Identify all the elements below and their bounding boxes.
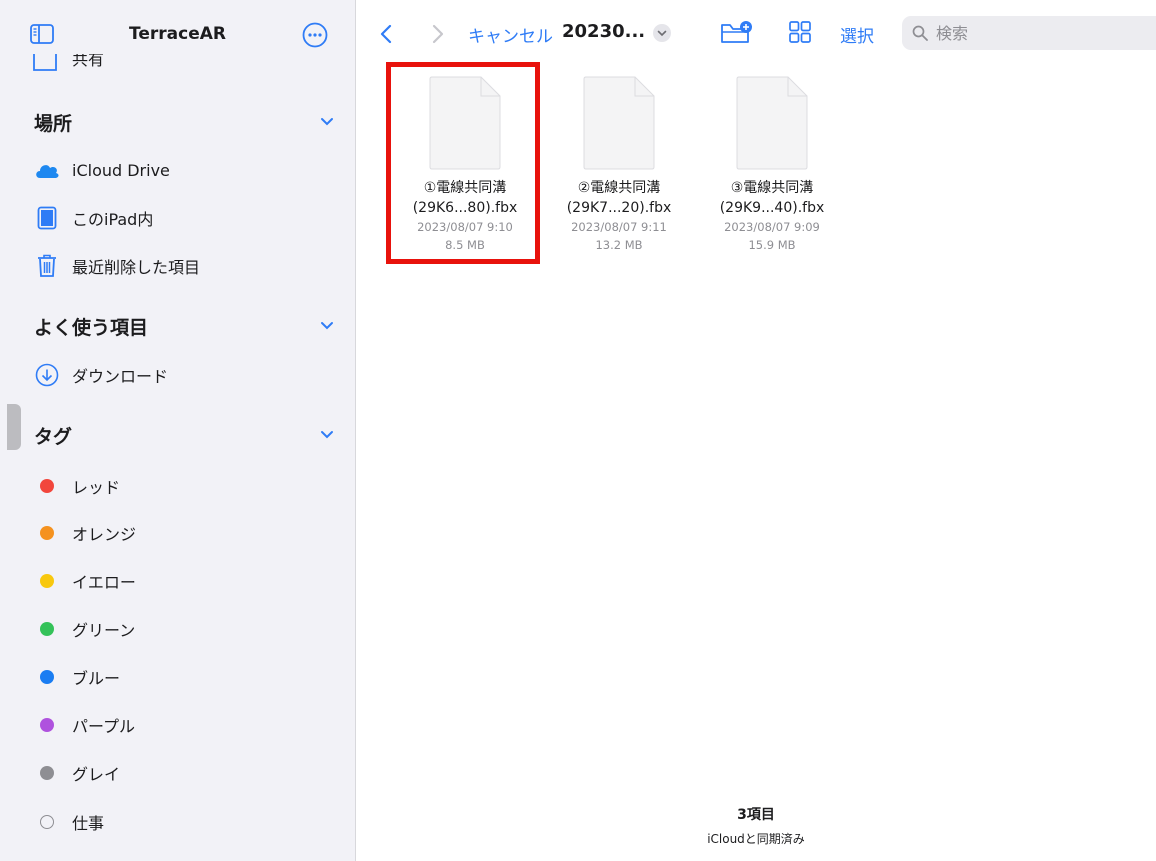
new-folder-icon[interactable]: [720, 20, 754, 44]
file-name-line1: ②電線共同溝: [577, 180, 661, 196]
forward-chevron-icon[interactable]: [432, 24, 444, 44]
section-tags-header[interactable]: タグ: [34, 421, 334, 449]
tag-red-dot-icon: [40, 479, 54, 493]
tag-blue-dot-icon: [40, 670, 54, 684]
section-title: 場所: [34, 112, 73, 135]
download-icon: [34, 362, 60, 388]
sidebar-item-tag-green[interactable]: グリーン: [34, 615, 334, 643]
folder-menu-button[interactable]: [653, 24, 671, 42]
document-icon: [736, 76, 808, 170]
tag-gray-dot-icon: [40, 766, 54, 780]
sidebar-item-this-ipad[interactable]: このiPad内: [34, 204, 334, 232]
sidebar-item-shared[interactable]: 共有: [32, 54, 104, 74]
toolbar: キャンセル 20230... 選択: [356, 0, 1156, 60]
sync-status: iCloudと同期済み: [707, 832, 805, 846]
file-date: 2023/08/07 9:09: [724, 220, 820, 234]
sidebar-item-label: レッド: [72, 478, 121, 497]
sidebar-item-label: このiPad内: [72, 210, 154, 229]
section-favorites-header[interactable]: よく使う項目: [34, 312, 334, 340]
shared-folder-icon: [33, 54, 57, 71]
sidebar-item-label: 仕事: [72, 814, 105, 833]
chevron-down-icon: [321, 431, 333, 439]
sidebar-item-tag-work[interactable]: 仕事: [34, 808, 334, 836]
sidebar-item-icloud-drive[interactable]: iCloud Drive: [34, 156, 334, 184]
more-options-icon[interactable]: [302, 22, 328, 48]
document-icon: [583, 76, 655, 170]
file-item[interactable]: ②電線共同溝 (29K7...20).fbx 2023/08/07 9:11 1…: [544, 76, 694, 254]
folder-title[interactable]: 20230...: [562, 21, 645, 42]
sidebar-item-label: iCloud Drive: [72, 160, 170, 180]
sidebar-item-label: 最近削除した項目: [72, 258, 201, 277]
section-locations-header[interactable]: 場所: [34, 108, 334, 136]
sidebar-item-label: ブルー: [72, 669, 121, 688]
breadcrumb[interactable]: キャンセル: [468, 22, 553, 47]
item-count: 3項目: [737, 807, 775, 823]
sidebar-item-tag-gray[interactable]: グレイ: [34, 759, 334, 787]
trash-icon: [34, 253, 60, 279]
sidebar-item-tag-yellow[interactable]: イエロー: [34, 567, 334, 595]
search-input[interactable]: [934, 22, 1138, 44]
sidebar-item-label: グレイ: [72, 765, 121, 784]
sidebar-resize-handle[interactable]: [7, 404, 21, 450]
back-chevron-icon[interactable]: [380, 24, 392, 44]
icloud-icon: [34, 157, 60, 183]
file-name-line1: ③電線共同溝: [730, 180, 814, 196]
section-title: よく使う項目: [34, 316, 149, 339]
sidebar-item-tag-purple[interactable]: パープル: [34, 711, 334, 739]
tag-green-dot-icon: [40, 622, 54, 636]
tag-work-empty-circle-icon: [40, 815, 54, 829]
file-item[interactable]: ③電線共同溝 (29K9...40).fbx 2023/08/07 9:09 1…: [697, 76, 847, 254]
sidebar-item-label: パープル: [72, 717, 136, 736]
search-icon: [912, 25, 928, 41]
sidebar-item-label: オレンジ: [72, 525, 137, 544]
grid-view-icon[interactable]: [789, 21, 811, 43]
tag-purple-dot-icon: [40, 718, 54, 732]
sidebar-item-label: 共有: [72, 54, 105, 69]
sidebar-item-downloads[interactable]: ダウンロード: [34, 361, 334, 389]
sidebar-item-tag-red[interactable]: レッド: [34, 472, 334, 500]
sidebar-item-tag-blue[interactable]: ブルー: [34, 663, 334, 691]
chevron-down-icon: [321, 322, 333, 330]
tag-yellow-dot-icon: [40, 574, 54, 588]
file-date: 2023/08/07 9:11: [571, 220, 667, 234]
sidebar-item-label: グリーン: [72, 621, 136, 640]
file-name-line2: (29K7...20).fbx: [566, 200, 672, 216]
file-size: 13.2 MB: [595, 238, 643, 252]
ipad-icon: [34, 205, 60, 231]
sidebar-item-label: イエロー: [72, 573, 136, 592]
sidebar-item-recently-deleted[interactable]: 最近削除した項目: [34, 252, 334, 280]
tag-orange-dot-icon: [40, 526, 54, 540]
file-size: 15.9 MB: [748, 238, 796, 252]
select-button[interactable]: 選択: [840, 22, 874, 47]
sidebar-item-tag-orange[interactable]: オレンジ: [34, 519, 334, 547]
section-title: タグ: [34, 425, 73, 448]
chevron-down-icon: [657, 30, 667, 36]
sidebar-header: TerraceAR: [0, 0, 355, 60]
file-name-line2: (29K9...40).fbx: [719, 200, 825, 216]
search-field[interactable]: [902, 16, 1156, 50]
selection-highlight-box: [386, 62, 540, 264]
sidebar-item-label: ダウンロード: [72, 367, 169, 386]
chevron-down-icon: [321, 118, 333, 126]
sidebar: TerraceAR 共有 場所 iCloud Drive このiPad内 最近削…: [0, 0, 356, 861]
